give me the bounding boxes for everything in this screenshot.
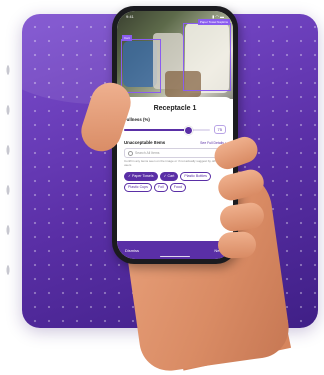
slider-fill (124, 128, 189, 131)
home-indicator (160, 256, 190, 257)
detection-label: Cart (122, 35, 132, 41)
fullness-value[interactable]: 75 (213, 125, 226, 134)
slider-thumb[interactable] (184, 126, 194, 135)
chip-label: Cart (167, 174, 175, 179)
chip-label: Paper Towels (132, 174, 154, 179)
item-chip[interactable]: ✓ Paper Towels (124, 171, 158, 181)
item-chips: ✓ Paper Towels ✓ Cart Plastic Bottles Plastic… (124, 171, 226, 192)
chip-label: Plastic Cups (128, 185, 148, 190)
fullness-slider-row: 75 (124, 125, 226, 135)
item-chip[interactable]: Plastic Cups (124, 182, 152, 192)
item-chip[interactable]: Food (169, 182, 186, 192)
phone-device: 9:41 ▮ ◠ ▬ Cart Paper Towel Napkins Rece… (112, 6, 238, 264)
hand-finger (217, 231, 257, 259)
check-icon: ✓ (128, 174, 132, 179)
unacceptable-header: Unacceptable Items See Full Details › (124, 140, 226, 145)
search-input[interactable]: Search All Items (124, 148, 226, 158)
status-bar: 9:41 ▮ ◠ ▬ (117, 11, 233, 23)
check-icon: ✓ (163, 174, 167, 179)
search-placeholder: Search All Items (135, 151, 160, 155)
item-chip[interactable]: Foil (153, 182, 168, 192)
status-time: 9:41 (126, 14, 134, 19)
chip-label: Plastic Bottles (184, 174, 207, 179)
hint-text: Confirm any items seen on the image or i… (124, 159, 219, 167)
item-chip[interactable]: Plastic Bottles (180, 171, 211, 181)
detection-box-cart[interactable]: Cart (121, 35, 161, 93)
chip-label: Foil (157, 185, 164, 190)
receptacle-photo[interactable]: Cart Paper Towel Napkins (117, 11, 233, 99)
dismiss-button[interactable]: Dismiss (125, 248, 139, 253)
unacceptable-label: Unacceptable Items (124, 140, 166, 145)
details-panel: Receptacle 1 Fullness (%) 75 Unacceptabl… (117, 97, 233, 243)
bottom-action-bar: Dismiss Next › (117, 241, 233, 259)
detection-box-paper-towel[interactable]: Paper Towel Napkins (183, 19, 231, 91)
search-icon (128, 150, 133, 156)
fullness-slider[interactable] (124, 126, 210, 135)
status-icons: ▮ ◠ ▬ (212, 14, 224, 19)
item-chip[interactable]: ✓ Cart (159, 171, 179, 181)
fullness-label: Fullness (%) (124, 117, 150, 122)
page-title: Receptacle 1 (153, 105, 197, 112)
side-decoration-dots (2, 50, 14, 300)
chip-label: Food (173, 185, 182, 190)
phone-screen: 9:41 ▮ ◠ ▬ Cart Paper Towel Napkins Rece… (117, 11, 233, 259)
